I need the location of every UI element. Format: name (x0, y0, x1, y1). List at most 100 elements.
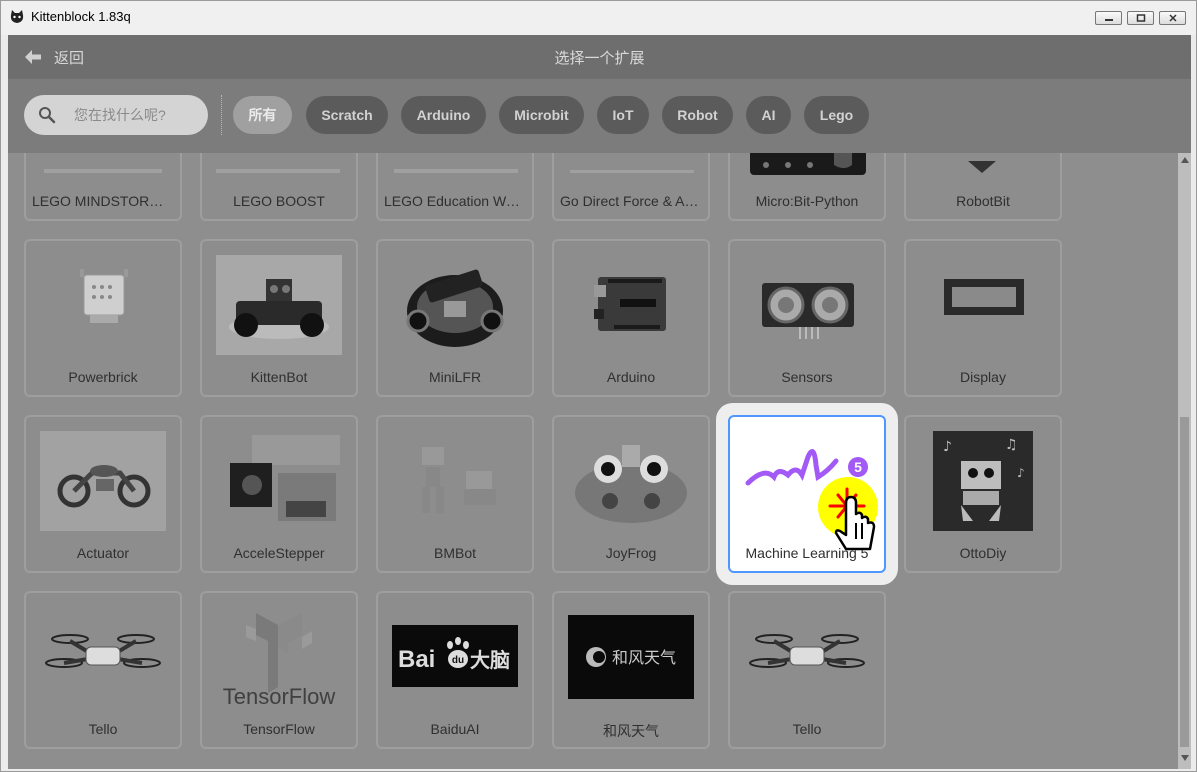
extension-label: AcceleStepper (233, 545, 325, 561)
extension-label: OttoDiy (959, 545, 1007, 561)
extension-card-go-direct[interactable]: Go Direct Force & Acceleration (552, 153, 710, 221)
minimize-icon (1104, 19, 1113, 21)
ml5-badge-text: 5 (854, 459, 862, 475)
minilfr-image (392, 255, 518, 355)
extension-card-kittenbot[interactable]: KittenBot (200, 239, 358, 397)
extension-card-lego-boost[interactable]: LEGO BOOST (200, 153, 358, 221)
extension-card-robotbit[interactable]: RobotBit (904, 153, 1062, 221)
extension-card-actuator[interactable]: Actuator (24, 415, 182, 573)
extension-label: Tello (88, 721, 118, 737)
tensorflow-logo: TensorFlow (216, 607, 342, 707)
extension-label: Actuator (76, 545, 130, 561)
ultrasonic-sensor-image (744, 255, 870, 355)
title-bar: Kittenblock 1.83q (1, 1, 1196, 35)
stepper-motor-image (216, 431, 342, 531)
drone-image (744, 607, 870, 707)
filter-microbit[interactable]: Microbit (499, 96, 584, 134)
library-header: 返回 选择一个扩展 (8, 35, 1191, 79)
extension-card-accelestepper[interactable]: AcceleStepper (200, 415, 358, 573)
extension-label: Sensors (781, 369, 833, 385)
extension-card-hefeng-weather[interactable]: 和风天气 和风天气 (552, 591, 710, 749)
cat-logo-icon (10, 10, 24, 23)
lcd-display-image (920, 255, 1046, 355)
baidu-logo-text-right: 大脑 (470, 648, 510, 672)
extension-label: LEGO BOOST (233, 193, 325, 209)
extension-label: Arduino (606, 369, 656, 385)
filter-separator (221, 95, 222, 135)
extension-label: TensorFlow (243, 721, 315, 737)
vertical-scrollbar[interactable] (1178, 153, 1191, 769)
minimize-button[interactable] (1095, 11, 1122, 25)
tensorflow-logo-text: TensorFlow (223, 684, 336, 707)
search-icon (39, 107, 56, 124)
joyfrog-image (568, 431, 694, 531)
go-direct-image (568, 153, 694, 179)
scrollbar-thumb[interactable] (1180, 417, 1189, 747)
extension-label: LEGO Education WeDo 2.0 (384, 193, 532, 209)
extension-label: Go Direct Force & Acceleration (560, 193, 708, 209)
page-title: 选择一个扩展 (554, 50, 645, 67)
search-box[interactable] (24, 95, 208, 135)
extension-library: 返回 选择一个扩展 所有 Scratch Arduino Microbit Io… (8, 35, 1191, 769)
baidu-logo-text-left: Bai (398, 646, 435, 673)
svg-text:♪: ♪ (1017, 466, 1025, 480)
extension-card-powerbrick[interactable]: Powerbrick (24, 239, 182, 397)
maximize-icon (1136, 14, 1145, 22)
extension-label: 和风天气 (603, 723, 659, 739)
robotbit-image (920, 153, 1046, 179)
lego-wedo-image (392, 153, 518, 179)
extension-card-lego-mindstorms[interactable]: LEGO MINDSTORMS EV3 (24, 153, 182, 221)
drone-image (40, 607, 166, 707)
extension-card-lego-wedo[interactable]: LEGO Education WeDo 2.0 (376, 153, 534, 221)
extension-card-baiduai[interactable]: Bai du 大脑 BaiduAI (376, 591, 534, 749)
click-cursor-icon (818, 477, 878, 551)
hefeng-logo-text: 和风天气 (612, 648, 676, 667)
extension-label: Display (960, 369, 1006, 385)
svg-text:♫: ♫ (1005, 437, 1018, 453)
filter-bar: 所有 Scratch Arduino Microbit IoT Robot AI… (8, 79, 1191, 153)
extension-card-sensors[interactable]: Sensors (728, 239, 886, 397)
maximize-button[interactable] (1127, 11, 1154, 25)
extension-card-microbit-python[interactable]: Micro:Bit-Python (728, 153, 886, 221)
extension-label: BaiduAI (430, 721, 480, 737)
svg-text:♪: ♪ (943, 439, 952, 455)
filter-robot[interactable]: Robot (662, 96, 733, 134)
hefeng-weather-logo: 和风天气 (568, 607, 694, 707)
extension-card-ml5[interactable]: 5 Machine Learning 5 (728, 415, 886, 573)
kittenbot-image (216, 255, 342, 355)
scroll-down-arrow-icon[interactable] (1181, 755, 1189, 761)
arduino-board-image (568, 255, 694, 355)
search-input[interactable] (74, 107, 194, 123)
extension-label: Powerbrick (68, 369, 138, 385)
extension-label: MiniLFR (428, 369, 482, 385)
extension-label: LEGO MINDSTORMS EV3 (32, 193, 180, 209)
extension-card-arduino[interactable]: Arduino (552, 239, 710, 397)
microbit-python-image (744, 153, 870, 179)
close-button[interactable] (1159, 11, 1186, 25)
baidu-logo-text-du: du (452, 655, 464, 666)
close-icon (1168, 14, 1177, 22)
extension-label: Tello (792, 721, 822, 737)
filter-ai[interactable]: AI (746, 96, 791, 134)
extension-card-display[interactable]: Display (904, 239, 1062, 397)
window-title: Kittenblock 1.83q (31, 9, 131, 24)
extension-card-tello[interactable]: Tello (24, 591, 182, 749)
extension-label: Micro:Bit-Python (755, 193, 859, 209)
filter-scratch[interactable]: Scratch (306, 96, 388, 134)
bmbot-image (392, 431, 518, 531)
filter-iot[interactable]: IoT (597, 96, 649, 134)
baidu-logo: Bai du 大脑 (392, 607, 518, 707)
extension-card-ottodiy[interactable]: ♪ ♫ ♪ OttoDiy (904, 415, 1062, 573)
extension-card-tensorflow[interactable]: TensorFlow TensorFlow (200, 591, 358, 749)
scroll-up-arrow-icon[interactable] (1181, 157, 1189, 163)
extension-card-joyfrog[interactable]: JoyFrog (552, 415, 710, 573)
extension-card-tello-2[interactable]: Tello (728, 591, 886, 749)
extension-card-bmbot[interactable]: BMBot (376, 415, 534, 573)
filter-lego[interactable]: Lego (804, 96, 869, 134)
filter-arduino[interactable]: Arduino (401, 96, 486, 134)
extension-card-minilfr[interactable]: MiniLFR (376, 239, 534, 397)
extension-label: JoyFrog (605, 545, 657, 561)
filter-all[interactable]: 所有 (233, 96, 292, 134)
extension-label: KittenBot (250, 369, 308, 385)
app-window: Kittenblock 1.83q 返回 选择一个扩展 您在找什么呢? 所有 S… (0, 0, 1197, 772)
